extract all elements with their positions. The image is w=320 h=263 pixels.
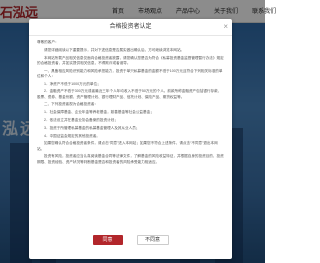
paragraph: 投资有风险，投资者应当认真阅读基金合同等法律文件，了解基金的风险收益特征，并根据… <box>37 154 224 164</box>
paragraph: 1．社会保障基金、企业年金等养老基金，慈善基金等社会公益基金； <box>44 110 154 115</box>
dialog-title: 合格投资者认定 <box>29 19 232 36</box>
qualified-investor-dialog: 合格投资者认定 × 尊敬的客户： 请您详细阅读以下重要提示，并对下述信息是否属实… <box>29 19 232 259</box>
disagree-button[interactable]: 不同意 <box>136 235 169 245</box>
dialog-body: 尊敬的客户： 请您详细阅读以下重要提示，并对下述信息是否属实做出确认后，方可继续… <box>37 40 224 228</box>
paragraph: 请您详细阅读以下重要提示，并对下述信息是否属实做出确认后，方可继续浏览本网站。 <box>44 47 185 52</box>
paragraph: 如果您确认符合合格投资者条件，请点击“同意”进入本网站；如果您不符合上述条件，请… <box>37 141 218 151</box>
close-icon[interactable]: × <box>223 22 228 32</box>
paragraph: 二、下列投资者视为合格投资者： <box>44 102 98 107</box>
paragraph: 一、具备相应风险识别能力和风险承担能力，投资于单只私募基金的金额不低于100万元… <box>37 68 223 78</box>
paragraph: 2．依法设立并在基金业协会备案的投资计划； <box>44 117 118 122</box>
dialog-actions: 同意 不同意 <box>29 235 232 251</box>
paragraph: 4．中国证监会规定的其他投资者。 <box>44 133 100 138</box>
paragraph: 本网站所载产品相关信息仅面向合格投资者披露，请您确认您是否为符合《私募投资基金监… <box>37 55 224 65</box>
paragraph: 1．净资产不低于1000万元的单位； <box>44 81 101 86</box>
greeting-text: 尊敬的客户： <box>37 40 59 44</box>
agree-button[interactable]: 同意 <box>92 235 123 245</box>
paragraph: 2．金融资产不低于300万元或者最近三年个人年均收入不低于50万元的个人。前款所… <box>37 89 222 99</box>
paragraph: 3．投资于所管理私募基金的私募基金管理人及其从业人员； <box>44 125 140 130</box>
